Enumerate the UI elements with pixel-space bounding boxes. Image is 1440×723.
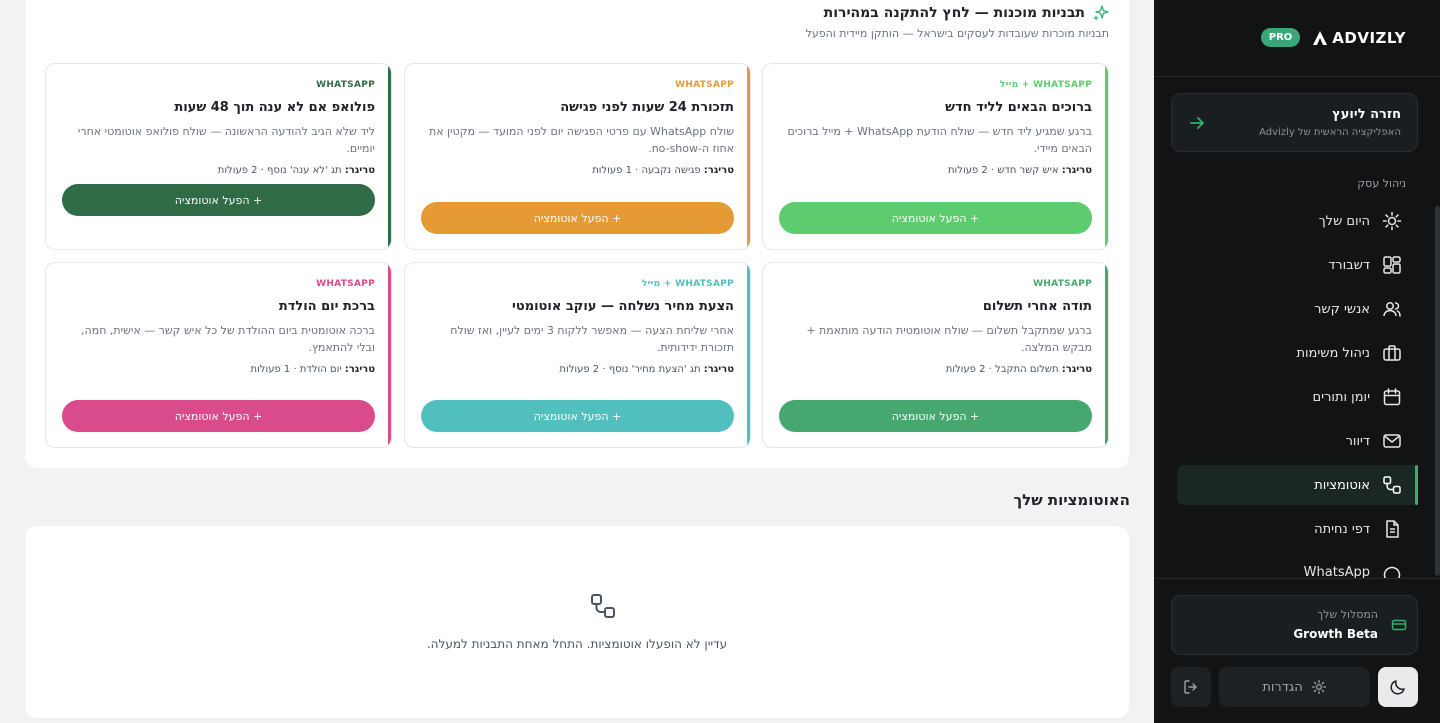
card-title: פולואפ אם לא ענה תוך 48 שעות: [174, 100, 375, 115]
templates-title: תבניות מוכנות — לחץ להתקנה במהירות: [823, 5, 1085, 21]
template-card-followup: WHATSAPP פולואפ אם לא ענה תוך 48 שעות לי…: [45, 63, 392, 250]
workflow-icon: [1382, 475, 1402, 495]
card-trigger: טריגר: תג 'הצעת מחיר' נוסף · 2 פעולות: [559, 364, 734, 375]
card-trigger: טריגר: איש קשר חדש · 2 פעולות: [947, 165, 1092, 176]
sidebar-item-automations[interactable]: אוטומציות: [1177, 465, 1418, 505]
theme-toggle-button[interactable]: [1378, 667, 1418, 707]
sidebar-item-label: היום שלך: [1318, 213, 1370, 229]
activate-automation-button[interactable]: + הפעל אוטומציה: [421, 202, 734, 234]
sparkle-icon: [1093, 5, 1109, 21]
template-card-new-lead: WHATSAPP + מייל ברוכים הבאים לליד חדש בר…: [762, 63, 1109, 250]
settings-button[interactable]: הגדרות: [1219, 667, 1370, 707]
empty-state-text: עדיין לא הופעלו אוטומציות. התחל מאחת התב…: [426, 637, 728, 651]
card-title: הצעת מחיר נשלחה — עוקב אוטומטי: [512, 299, 734, 314]
sidebar-item-label: WhatsApp: [1303, 565, 1370, 578]
template-card-quote-followup: WHATSAPP + מייל הצעת מחיר נשלחה — עוקב א…: [404, 262, 751, 448]
sidebar-item-contacts[interactable]: אנשי קשר: [1177, 289, 1418, 329]
sidebar-item-label: דפי נחיתה: [1314, 521, 1370, 537]
card-title: ברכת יום הולדת: [278, 299, 375, 314]
briefcase-icon: [1382, 343, 1402, 363]
card-title: תזכורת 24 שעות לפני פגישה: [560, 100, 734, 115]
templates-header: תבניות מוכנות — לחץ להתקנה במהירות תבניו…: [806, 5, 1109, 40]
plan-value: Growth Beta: [1293, 627, 1378, 641]
sidebar-item-label: אנשי קשר: [1314, 301, 1370, 317]
template-card-meeting-reminder: WHATSAPP תזכורת 24 שעות לפני פגישה שולח …: [404, 63, 751, 250]
back-subtitle: האפליקציה הראשית של Advizly: [1259, 127, 1401, 138]
card-trigger: טריגר: תג 'לא ענה' נוסף · 2 פעולות: [217, 165, 375, 176]
logo-icon: [1313, 30, 1328, 45]
arrow-right-icon: [1190, 117, 1204, 129]
sidebar-bottom-divider: [1154, 578, 1440, 579]
card-channel: WHATSAPP: [1033, 279, 1092, 289]
back-title: חזרה ליועץ: [1332, 107, 1401, 122]
sidebar-divider: [1154, 76, 1440, 77]
templates-subtitle: תבניות מוכרות שעובדות לעסקים בישראל — הו…: [805, 27, 1109, 40]
card-title: תודה אחרי תשלום: [982, 299, 1092, 314]
card-description: ברגע שמגיע ליד חדש — שולח הודעת WhatsApp…: [787, 125, 1092, 155]
nav-section-label: ניהול עסק: [1357, 177, 1406, 190]
sidebar-scrollbar[interactable]: [1435, 206, 1440, 576]
plan-card[interactable]: המסלול שלך Growth Beta: [1171, 595, 1418, 655]
card-description: אחרי שליחת הצעה — מאפשר ללקוח 3 ימים לעי…: [450, 324, 734, 354]
logo[interactable]: ADVIZLY: [1312, 29, 1406, 47]
card-title: ברוכים הבאים לליד חדש: [945, 100, 1092, 115]
sidebar-item-label: ניהול משימות: [1296, 345, 1370, 361]
logout-button[interactable]: [1171, 667, 1211, 707]
settings-label: הגדרות: [1262, 679, 1303, 695]
pro-badge: PRO: [1260, 28, 1301, 47]
sidebar-item-label: יומן ותורים: [1312, 389, 1370, 405]
main-content: תבניות מוכנות — לחץ להתקנה במהירות תבניו…: [0, 0, 1154, 723]
calendar-icon: [1382, 387, 1402, 407]
gear-icon: [1311, 679, 1326, 695]
activate-automation-button[interactable]: + הפעל אוטומציה: [62, 400, 375, 432]
logout-icon: [1184, 680, 1197, 694]
mail-icon: [1382, 431, 1402, 451]
sidebar-item-today[interactable]: היום שלך: [1177, 201, 1418, 241]
activate-automation-button[interactable]: + הפעל אוטומציה: [421, 400, 734, 432]
document-icon: [1382, 519, 1402, 539]
sidebar-item-landing-pages[interactable]: דפי נחיתה: [1177, 509, 1418, 549]
card-channel: WHATSAPP: [675, 80, 734, 90]
card-channel: WHATSAPP + מייל: [999, 80, 1092, 90]
users-icon: [1382, 299, 1402, 319]
activate-automation-button[interactable]: + הפעל אוטומציה: [62, 184, 375, 216]
sidebar-item-tasks[interactable]: ניהול משימות: [1177, 333, 1418, 373]
moon-icon: [1390, 680, 1405, 695]
card-trigger: טריגר: פגישה נקבעה · 1 פעולות: [592, 165, 734, 176]
card-trigger: טריגר: יום הולדת · 1 פעולות: [250, 364, 376, 375]
template-card-payment-thanks: WHATSAPP תודה אחרי תשלום ברגע שמתקבל תשל…: [762, 262, 1109, 448]
sidebar-item-label: דשבורד: [1328, 257, 1370, 273]
plan-label: המסלול שלך: [1317, 608, 1378, 621]
brand: PRO ADVIZLY: [1260, 28, 1406, 47]
sidebar-item-mailing[interactable]: דיוור: [1177, 421, 1418, 461]
card-channel: WHATSAPP + מייל: [641, 279, 734, 289]
credit-card-icon: [1391, 619, 1407, 631]
card-channel: WHATSAPP: [316, 80, 375, 90]
my-automations-title: האוטומציות שלך: [1013, 491, 1130, 509]
activate-automation-button[interactable]: + הפעל אוטומציה: [779, 400, 1092, 432]
card-trigger: טריגר: תשלום התקבל · 2 פעולות: [945, 364, 1092, 375]
card-description: ליד שלא הגיב להודעה הראשונה — שולח פולוא…: [77, 125, 375, 155]
sidebar-item-calendar[interactable]: יומן ותורים: [1177, 377, 1418, 417]
card-channel: WHATSAPP: [316, 279, 375, 289]
sidebar: PRO ADVIZLY חזרה ליועץ האפליקציה הראשית …: [1154, 0, 1440, 723]
card-description: ברגע שמתקבל תשלום — שולח אוטומטית הודעה …: [806, 324, 1092, 354]
workflow-icon: [591, 594, 615, 618]
template-card-birthday: WHATSAPP ברכת יום הולדת ברכה אוטומטית בי…: [45, 262, 392, 448]
dashboard-icon: [1382, 255, 1402, 275]
back-to-advisor-button[interactable]: חזרה ליועץ האפליקציה הראשית של Advizly: [1171, 93, 1418, 152]
card-description: שולח WhatsApp עם פרטי הפגישה יום לפני המ…: [429, 125, 734, 155]
sidebar-item-label: דיוור: [1345, 433, 1370, 449]
sidebar-item-whatsapp[interactable]: WhatsApp: [1177, 553, 1418, 578]
sidebar-item-label: אוטומציות: [1314, 477, 1370, 493]
chat-icon: [1382, 565, 1402, 578]
activate-automation-button[interactable]: + הפעל אוטומציה: [779, 202, 1092, 234]
card-description: ברכה אוטומטית ביום ההולדת של כל איש קשר …: [81, 324, 375, 354]
empty-state: עדיין לא הופעלו אוטומציות. התחל מאחת התב…: [25, 526, 1129, 718]
sidebar-item-dashboard[interactable]: דשבורד: [1177, 245, 1418, 285]
sun-icon: [1382, 211, 1402, 231]
